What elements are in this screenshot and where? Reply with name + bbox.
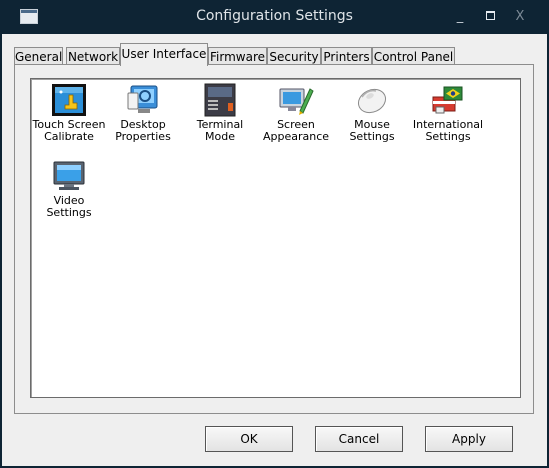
touch-screen-icon — [52, 84, 86, 116]
tab-user-interface[interactable]: User Interface — [120, 43, 208, 66]
item-touch-screen-calibrate[interactable]: Touch Screen Calibrate — [31, 83, 107, 143]
item-mouse-settings[interactable]: Mouse Settings — [334, 83, 410, 143]
item-label-line2: Calibrate — [44, 130, 94, 143]
minimize-button[interactable]: _ — [453, 10, 467, 24]
tab-general[interactable]: General — [14, 47, 63, 65]
item-screen-appearance[interactable]: Screen Appearance — [258, 83, 334, 143]
mouse-icon — [357, 88, 387, 114]
maximize-button[interactable] — [483, 10, 497, 24]
ok-button[interactable]: OK — [205, 426, 293, 452]
item-international-settings[interactable]: International Settings — [410, 83, 486, 143]
item-label-line2: Properties — [115, 130, 171, 143]
item-terminal-mode[interactable]: Terminal Mode — [182, 83, 258, 143]
maximize-icon — [485, 11, 495, 20]
tab-control-panel[interactable]: Control Panel — [372, 47, 455, 65]
config-window: Configuration Settings _ X General Netwo… — [0, 0, 549, 468]
screen-appearance-icon — [279, 88, 314, 115]
item-label-line1: Terminal Mode — [196, 118, 244, 143]
tab-printers[interactable]: Printers — [321, 47, 372, 65]
tab-firmware[interactable]: Firmware — [208, 47, 267, 65]
video-settings-icon — [53, 161, 85, 190]
tab-security[interactable]: Security — [267, 47, 321, 65]
close-button[interactable]: X — [513, 10, 527, 24]
icon-view: Touch Screen Calibrate Desktop Propertie… — [30, 78, 521, 398]
tab-network[interactable]: Network — [66, 47, 120, 65]
cancel-button[interactable]: Cancel — [315, 426, 403, 452]
apply-button[interactable]: Apply — [425, 426, 513, 452]
tab-panel-user-interface: Touch Screen Calibrate Desktop Propertie… — [14, 64, 534, 414]
item-label-line1: Video Settings — [46, 194, 92, 219]
terminal-mode-icon — [204, 83, 236, 117]
international-icon — [432, 86, 463, 114]
item-label-line2: Appearance — [262, 130, 330, 143]
item-label-line2: Settings — [425, 130, 471, 143]
item-desktop-properties[interactable]: Desktop Properties — [105, 83, 181, 143]
dialog-body: General Network User Interface Firmware … — [2, 34, 547, 466]
desktop-properties-icon — [127, 85, 158, 113]
item-label-line2: Settings — [349, 130, 395, 143]
item-video-settings[interactable]: Video Settings — [31, 159, 107, 219]
title-bar[interactable]: Configuration Settings _ X — [0, 0, 549, 34]
